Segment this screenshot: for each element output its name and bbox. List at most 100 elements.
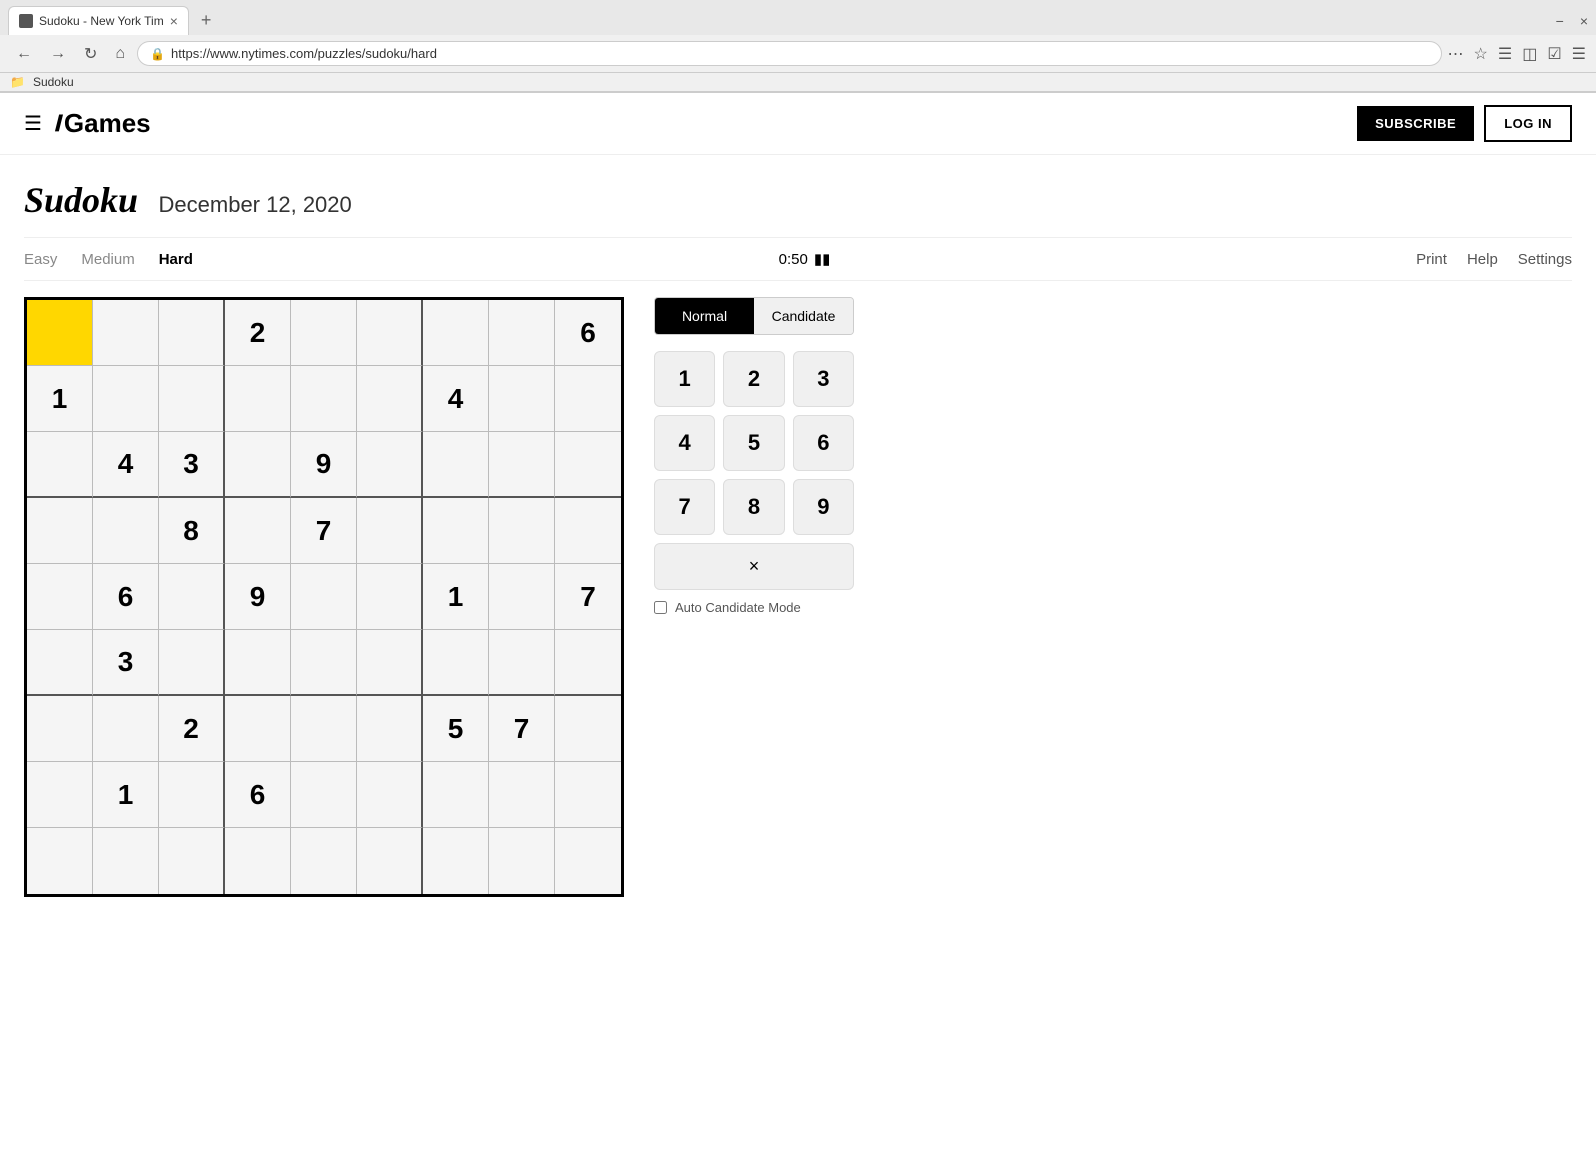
login-button[interactable]: LOG IN	[1484, 105, 1572, 142]
cell-r7-c0[interactable]	[27, 762, 93, 828]
sync-icon[interactable]: ◫	[1522, 44, 1537, 64]
cell-r4-c2[interactable]	[159, 564, 225, 630]
cell-r8-c0[interactable]	[27, 828, 93, 894]
cell-r6-c7[interactable]: 7	[489, 696, 555, 762]
cell-r3-c5[interactable]	[357, 498, 423, 564]
minimize-button[interactable]: −	[1556, 13, 1564, 29]
num-button-2[interactable]: 2	[723, 351, 784, 407]
cell-r7-c3[interactable]: 6	[225, 762, 291, 828]
cell-r1-c7[interactable]	[489, 366, 555, 432]
cell-r8-c3[interactable]	[225, 828, 291, 894]
cell-r4-c5[interactable]	[357, 564, 423, 630]
cell-r1-c2[interactable]	[159, 366, 225, 432]
cell-r0-c8[interactable]: 6	[555, 300, 621, 366]
cell-r0-c0[interactable]	[27, 300, 93, 366]
difficulty-medium[interactable]: Medium	[81, 251, 134, 268]
settings-link[interactable]: Settings	[1518, 251, 1572, 268]
cell-r5-c6[interactable]	[423, 630, 489, 696]
cell-r2-c2[interactable]: 3	[159, 432, 225, 498]
auto-candidate-checkbox[interactable]	[654, 601, 667, 614]
cell-r0-c7[interactable]	[489, 300, 555, 366]
cell-r0-c3[interactable]: 2	[225, 300, 291, 366]
cell-r2-c4[interactable]: 9	[291, 432, 357, 498]
num-button-1[interactable]: 1	[654, 351, 715, 407]
close-button[interactable]: ×	[1580, 13, 1588, 29]
help-link[interactable]: Help	[1467, 251, 1498, 268]
cell-r2-c6[interactable]	[423, 432, 489, 498]
cell-r8-c5[interactable]	[357, 828, 423, 894]
cell-r2-c0[interactable]	[27, 432, 93, 498]
cell-r1-c3[interactable]	[225, 366, 291, 432]
cell-r5-c3[interactable]	[225, 630, 291, 696]
cell-r3-c2[interactable]: 8	[159, 498, 225, 564]
cell-r0-c2[interactable]	[159, 300, 225, 366]
cell-r4-c0[interactable]	[27, 564, 93, 630]
tab-close-button[interactable]: ×	[170, 13, 178, 29]
cell-r3-c4[interactable]: 7	[291, 498, 357, 564]
cell-r1-c0[interactable]: 1	[27, 366, 93, 432]
cell-r8-c7[interactable]	[489, 828, 555, 894]
cell-r4-c7[interactable]	[489, 564, 555, 630]
new-tab-button[interactable]: +	[193, 6, 220, 35]
cell-r7-c1[interactable]: 1	[93, 762, 159, 828]
num-button-8[interactable]: 8	[723, 479, 784, 535]
cell-r6-c1[interactable]	[93, 696, 159, 762]
candidate-mode-button[interactable]: Candidate	[754, 298, 853, 334]
cell-r0-c1[interactable]	[93, 300, 159, 366]
refresh-button[interactable]: ↻	[78, 42, 103, 66]
cell-r6-c2[interactable]: 2	[159, 696, 225, 762]
cell-r3-c0[interactable]	[27, 498, 93, 564]
cell-r8-c2[interactable]	[159, 828, 225, 894]
difficulty-hard[interactable]: Hard	[159, 251, 193, 268]
cell-r5-c2[interactable]	[159, 630, 225, 696]
pause-icon[interactable]: ▮▮	[814, 250, 831, 268]
cell-r5-c8[interactable]	[555, 630, 621, 696]
forward-button[interactable]: →	[44, 43, 72, 65]
menu-icon[interactable]: ☰	[1572, 44, 1586, 64]
cell-r0-c6[interactable]	[423, 300, 489, 366]
profile-icon[interactable]: ☑	[1547, 44, 1561, 64]
cell-r4-c3[interactable]: 9	[225, 564, 291, 630]
cell-r8-c4[interactable]	[291, 828, 357, 894]
num-button-7[interactable]: 7	[654, 479, 715, 535]
cell-r8-c6[interactable]	[423, 828, 489, 894]
cell-r1-c8[interactable]	[555, 366, 621, 432]
normal-mode-button[interactable]: Normal	[655, 298, 754, 334]
difficulty-easy[interactable]: Easy	[24, 251, 57, 268]
cell-r2-c5[interactable]	[357, 432, 423, 498]
cell-r1-c5[interactable]	[357, 366, 423, 432]
cell-r1-c4[interactable]	[291, 366, 357, 432]
cell-r3-c3[interactable]	[225, 498, 291, 564]
cell-r0-c5[interactable]	[357, 300, 423, 366]
cell-r6-c5[interactable]	[357, 696, 423, 762]
cell-r6-c8[interactable]	[555, 696, 621, 762]
cell-r5-c5[interactable]	[357, 630, 423, 696]
cell-r8-c1[interactable]	[93, 828, 159, 894]
cell-r3-c1[interactable]	[93, 498, 159, 564]
cell-r2-c3[interactable]	[225, 432, 291, 498]
cell-r1-c1[interactable]	[93, 366, 159, 432]
num-button-9[interactable]: 9	[793, 479, 854, 535]
reader-view-icon[interactable]: ☰	[1498, 44, 1512, 64]
cell-r7-c8[interactable]	[555, 762, 621, 828]
print-link[interactable]: Print	[1416, 251, 1447, 268]
cell-r2-c8[interactable]	[555, 432, 621, 498]
bookmark-icon[interactable]: ☆	[1474, 44, 1488, 64]
cell-r5-c1[interactable]: 3	[93, 630, 159, 696]
cell-r4-c8[interactable]: 7	[555, 564, 621, 630]
num-button-6[interactable]: 6	[793, 415, 854, 471]
cell-r7-c6[interactable]	[423, 762, 489, 828]
cell-r3-c7[interactable]	[489, 498, 555, 564]
cell-r6-c0[interactable]	[27, 696, 93, 762]
cell-r5-c0[interactable]	[27, 630, 93, 696]
cell-r2-c7[interactable]	[489, 432, 555, 498]
cell-r7-c4[interactable]	[291, 762, 357, 828]
cell-r1-c6[interactable]: 4	[423, 366, 489, 432]
home-button[interactable]: ⌂	[109, 43, 131, 65]
subscribe-button[interactable]: SUBSCRIBE	[1357, 106, 1474, 141]
cell-r4-c6[interactable]: 1	[423, 564, 489, 630]
cell-r6-c4[interactable]	[291, 696, 357, 762]
back-button[interactable]: ←	[10, 43, 38, 65]
address-bar[interactable]: 🔒 https://www.nytimes.com/puzzles/sudoku…	[137, 41, 1441, 66]
bookmark-sudoku[interactable]: Sudoku	[33, 75, 74, 89]
